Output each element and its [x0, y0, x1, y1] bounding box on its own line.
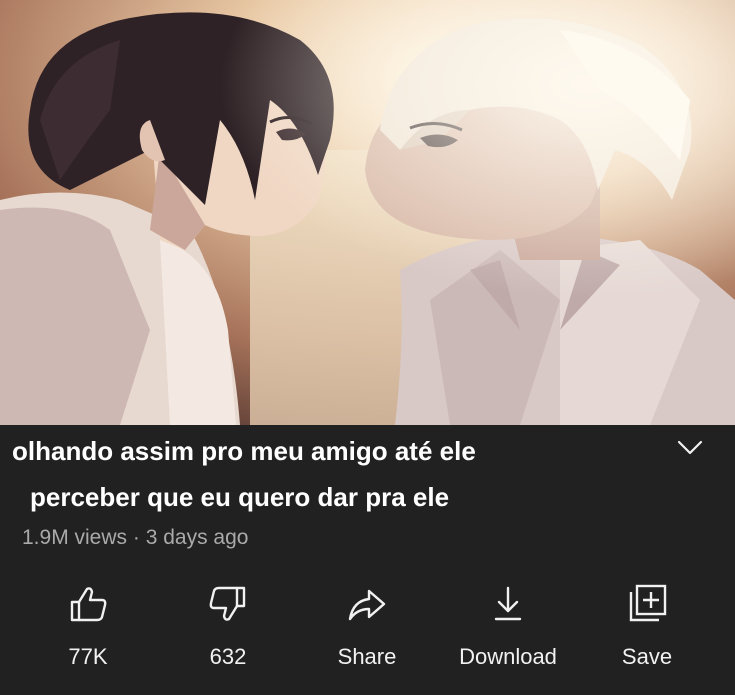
video-views-and-date: 1.9M views · 3 days ago: [22, 526, 249, 549]
playlist-add-icon: [629, 584, 667, 622]
share-arrow-icon: [348, 589, 386, 621]
video-title-line-2: perceber que eu quero dar pra ele: [30, 482, 450, 512]
video-title-line-1: olhando assim pro meu amigo até ele: [12, 436, 476, 466]
like-count: 77K: [68, 644, 108, 669]
save-button[interactable]: Save: [582, 578, 712, 678]
expand-description-button[interactable]: [676, 435, 704, 459]
video-player[interactable]: [0, 0, 735, 425]
share-label: Share: [337, 644, 397, 669]
like-button[interactable]: 77K: [23, 578, 153, 678]
video-page: olhando assim pro meu amigo até ele perc…: [0, 0, 735, 695]
thumbs-up-icon: [70, 587, 107, 622]
download-button[interactable]: Download: [443, 578, 573, 678]
action-bar: 77K 632 Share Download Save: [0, 578, 735, 678]
dislike-count: 632: [209, 644, 247, 669]
video-title[interactable]: olhando assim pro meu amigo até ele perc…: [12, 428, 652, 520]
thumbs-down-icon: [209, 586, 246, 621]
download-icon: [494, 586, 522, 621]
save-label: Save: [621, 644, 673, 669]
share-button[interactable]: Share: [302, 578, 432, 678]
download-label: Download: [459, 644, 557, 669]
video-frame-image: [0, 0, 735, 425]
dislike-button[interactable]: 632: [163, 578, 293, 678]
chevron-down-icon: [677, 440, 703, 455]
